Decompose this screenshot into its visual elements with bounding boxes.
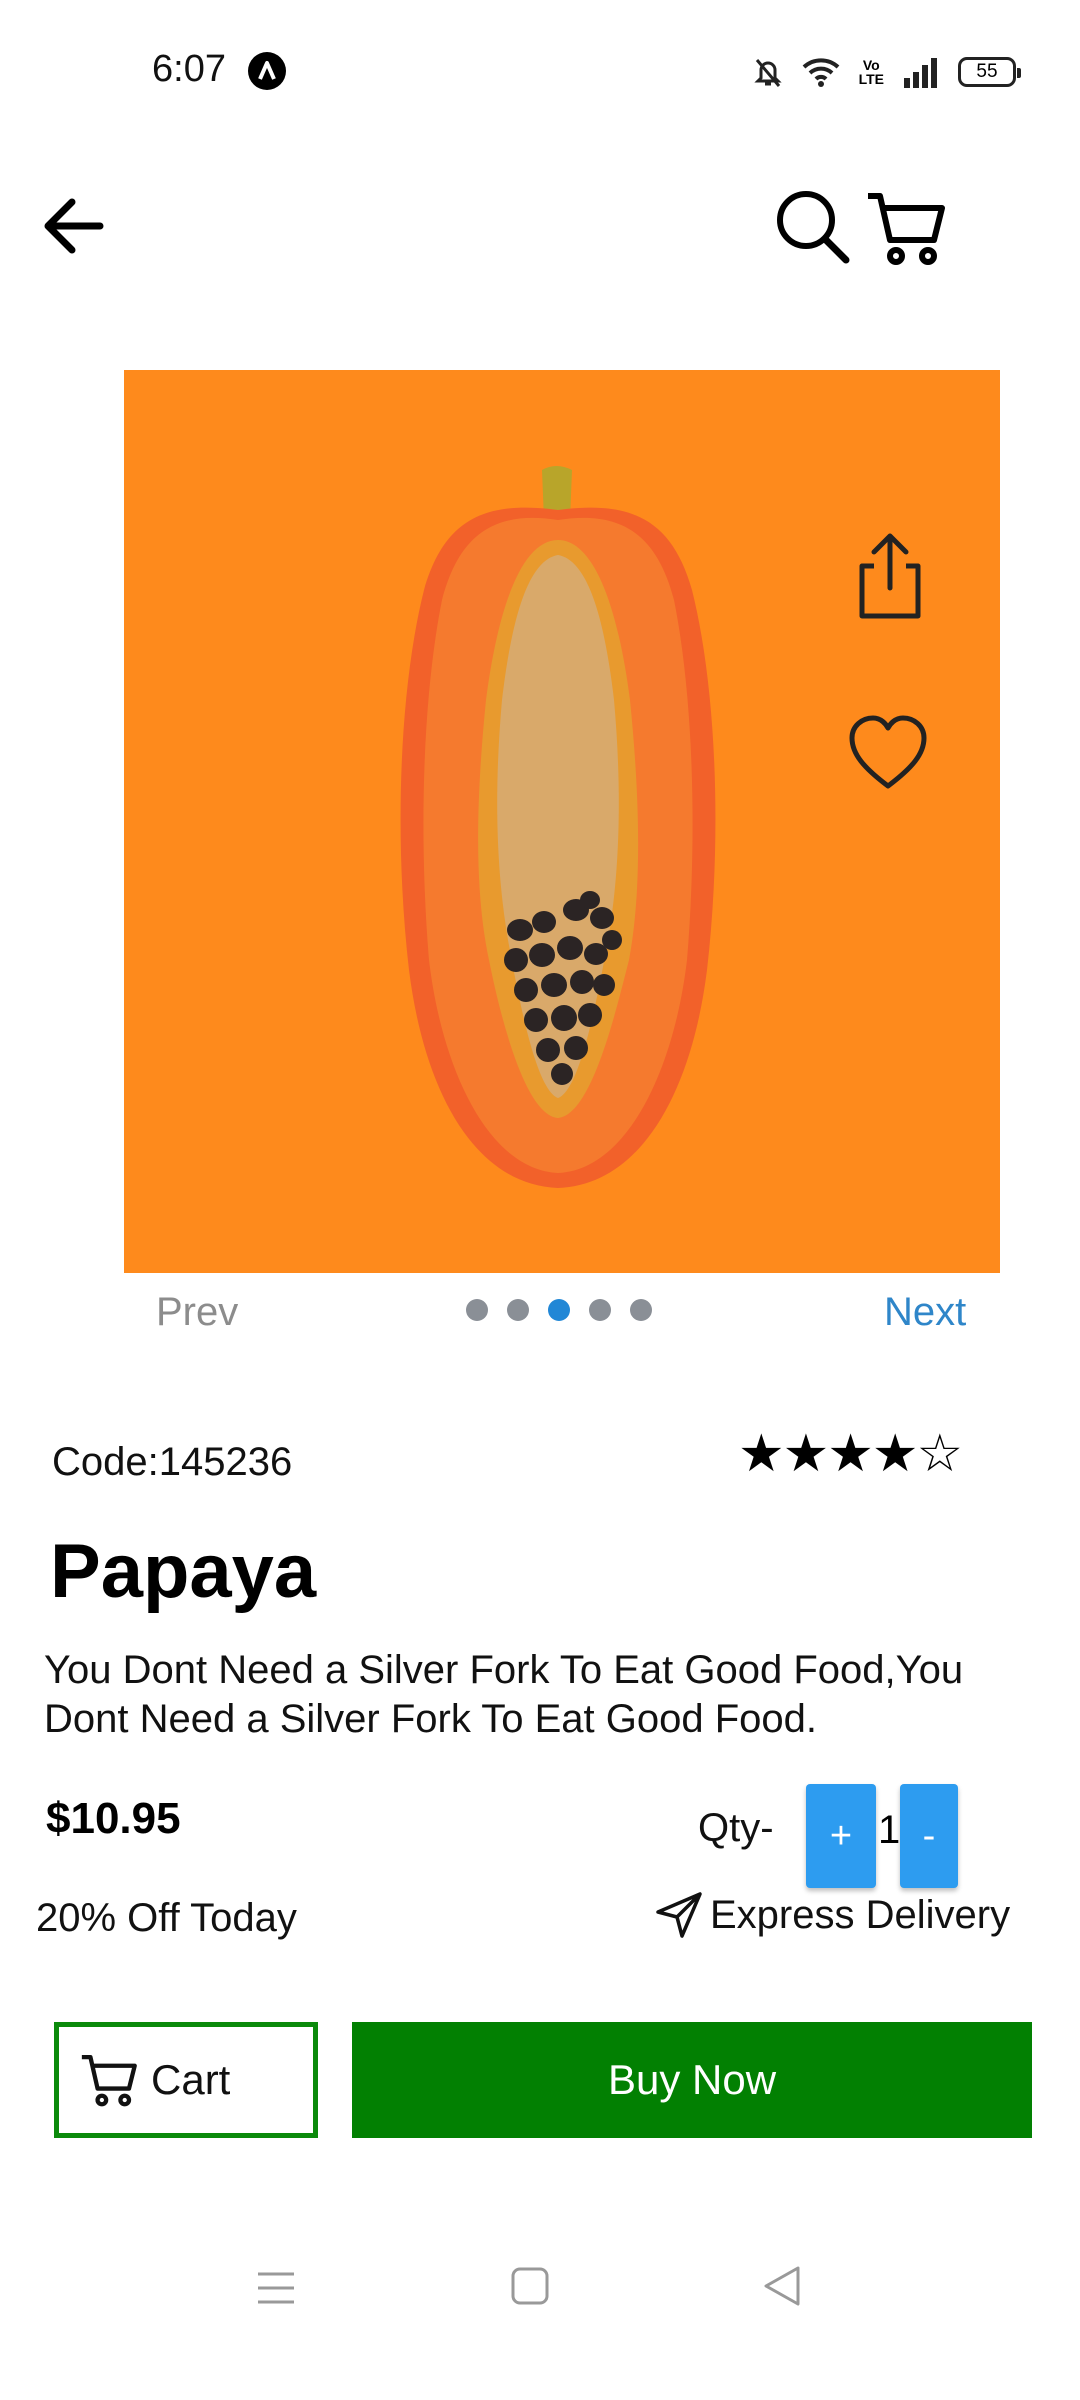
- status-icons: Vo LTE 55: [753, 50, 1021, 94]
- home-square-icon: [511, 2267, 549, 2305]
- share-button[interactable]: [848, 532, 932, 622]
- discount-label: 20% Off Today: [36, 1896, 297, 1940]
- status-time: 6:07: [152, 48, 226, 90]
- qty-value: 1: [878, 1808, 901, 1852]
- heart-icon: [849, 715, 927, 789]
- delivery-info: Express Delivery: [654, 1890, 1010, 1940]
- qty-increase-button[interactable]: +: [806, 1784, 876, 1888]
- back-button[interactable]: [38, 190, 110, 262]
- product-title: Papaya: [50, 1529, 317, 1614]
- nav-recents-button[interactable]: [256, 2268, 296, 2308]
- favorite-button[interactable]: [846, 712, 930, 792]
- rating-stars: ★★★★☆: [738, 1425, 963, 1483]
- share-icon: [859, 533, 921, 619]
- carousel-dot-5[interactable]: [630, 1299, 652, 1321]
- app-notification-icon: [248, 52, 286, 90]
- nav-back-button[interactable]: [762, 2264, 802, 2308]
- qty-label: Qty-: [698, 1806, 774, 1850]
- signal-icon: [904, 58, 937, 88]
- nav-home-button[interactable]: [510, 2266, 550, 2306]
- cart-icon: [81, 2055, 137, 2107]
- search-icon: [777, 191, 850, 264]
- carousel-dot-3[interactable]: [548, 1299, 570, 1321]
- triangle-back-icon: [764, 2266, 800, 2306]
- arrow-left-icon: [44, 198, 104, 254]
- carousel-dot-1[interactable]: [466, 1299, 488, 1321]
- papaya-image: [124, 370, 1000, 1273]
- mute-bell-icon: [753, 59, 782, 87]
- menu-icon: [258, 2272, 294, 2304]
- delivery-label: Express Delivery: [710, 1892, 1011, 1937]
- qty-decrease-button[interactable]: -: [900, 1784, 958, 1888]
- product-price: $10.95: [46, 1794, 181, 1843]
- search-button[interactable]: [772, 186, 852, 266]
- carousel-dot-2[interactable]: [507, 1299, 529, 1321]
- send-icon: [656, 1892, 702, 1938]
- product-code: Code:145236: [52, 1440, 293, 1484]
- wifi-icon: [802, 58, 839, 87]
- buy-now-button[interactable]: Buy Now: [352, 2022, 1032, 2138]
- prev-button[interactable]: Prev: [156, 1290, 238, 1335]
- next-button[interactable]: Next: [884, 1290, 966, 1335]
- carousel-dots: [466, 1299, 652, 1321]
- cart-button-label: Cart: [151, 2056, 231, 2103]
- cart-header-button[interactable]: [864, 186, 948, 270]
- carousel-dot-4[interactable]: [589, 1299, 611, 1321]
- volte-indicator: Vo LTE: [858, 57, 884, 87]
- add-to-cart-button[interactable]: Cart: [54, 2022, 318, 2138]
- product-description: You Dont Need a Silver Fork To Eat Good …: [44, 1648, 964, 1741]
- battery-icon: 55: [958, 57, 1021, 87]
- cart-icon: [868, 193, 945, 265]
- product-image[interactable]: [124, 370, 1000, 1273]
